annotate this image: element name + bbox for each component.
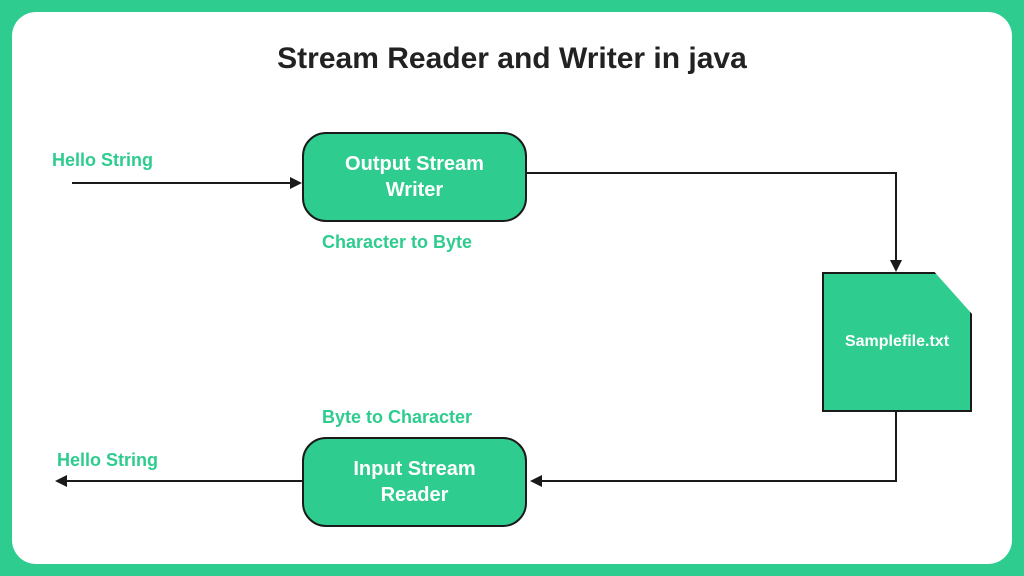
diagram-card: Stream Reader and Writer in java Hello S… (12, 12, 1012, 564)
input-string-label: Hello String (52, 150, 153, 171)
arrow-writer-to-file-v (895, 172, 897, 262)
writer-caption: Character to Byte (322, 232, 472, 253)
arrow-file-to-reader-v (895, 412, 897, 482)
arrowhead-input-to-writer (290, 177, 302, 189)
diagram-title: Stream Reader and Writer in java (12, 42, 1012, 76)
file-shape: Samplefile.txt (822, 272, 972, 412)
input-stream-reader-box: Input Stream Reader (302, 437, 527, 527)
arrow-reader-to-output (67, 480, 302, 482)
arrowhead-file-to-reader (530, 475, 542, 487)
file-label: Samplefile.txt (845, 333, 949, 351)
output-string-label: Hello String (57, 450, 158, 471)
arrow-writer-to-file-h (527, 172, 897, 174)
arrowhead-writer-to-file (890, 260, 902, 272)
arrow-input-to-writer (72, 182, 292, 184)
arrow-file-to-reader-h (542, 480, 897, 482)
reader-caption: Byte to Character (322, 407, 472, 428)
output-stream-writer-box: Output Stream Writer (302, 132, 527, 222)
arrowhead-reader-to-output (55, 475, 67, 487)
